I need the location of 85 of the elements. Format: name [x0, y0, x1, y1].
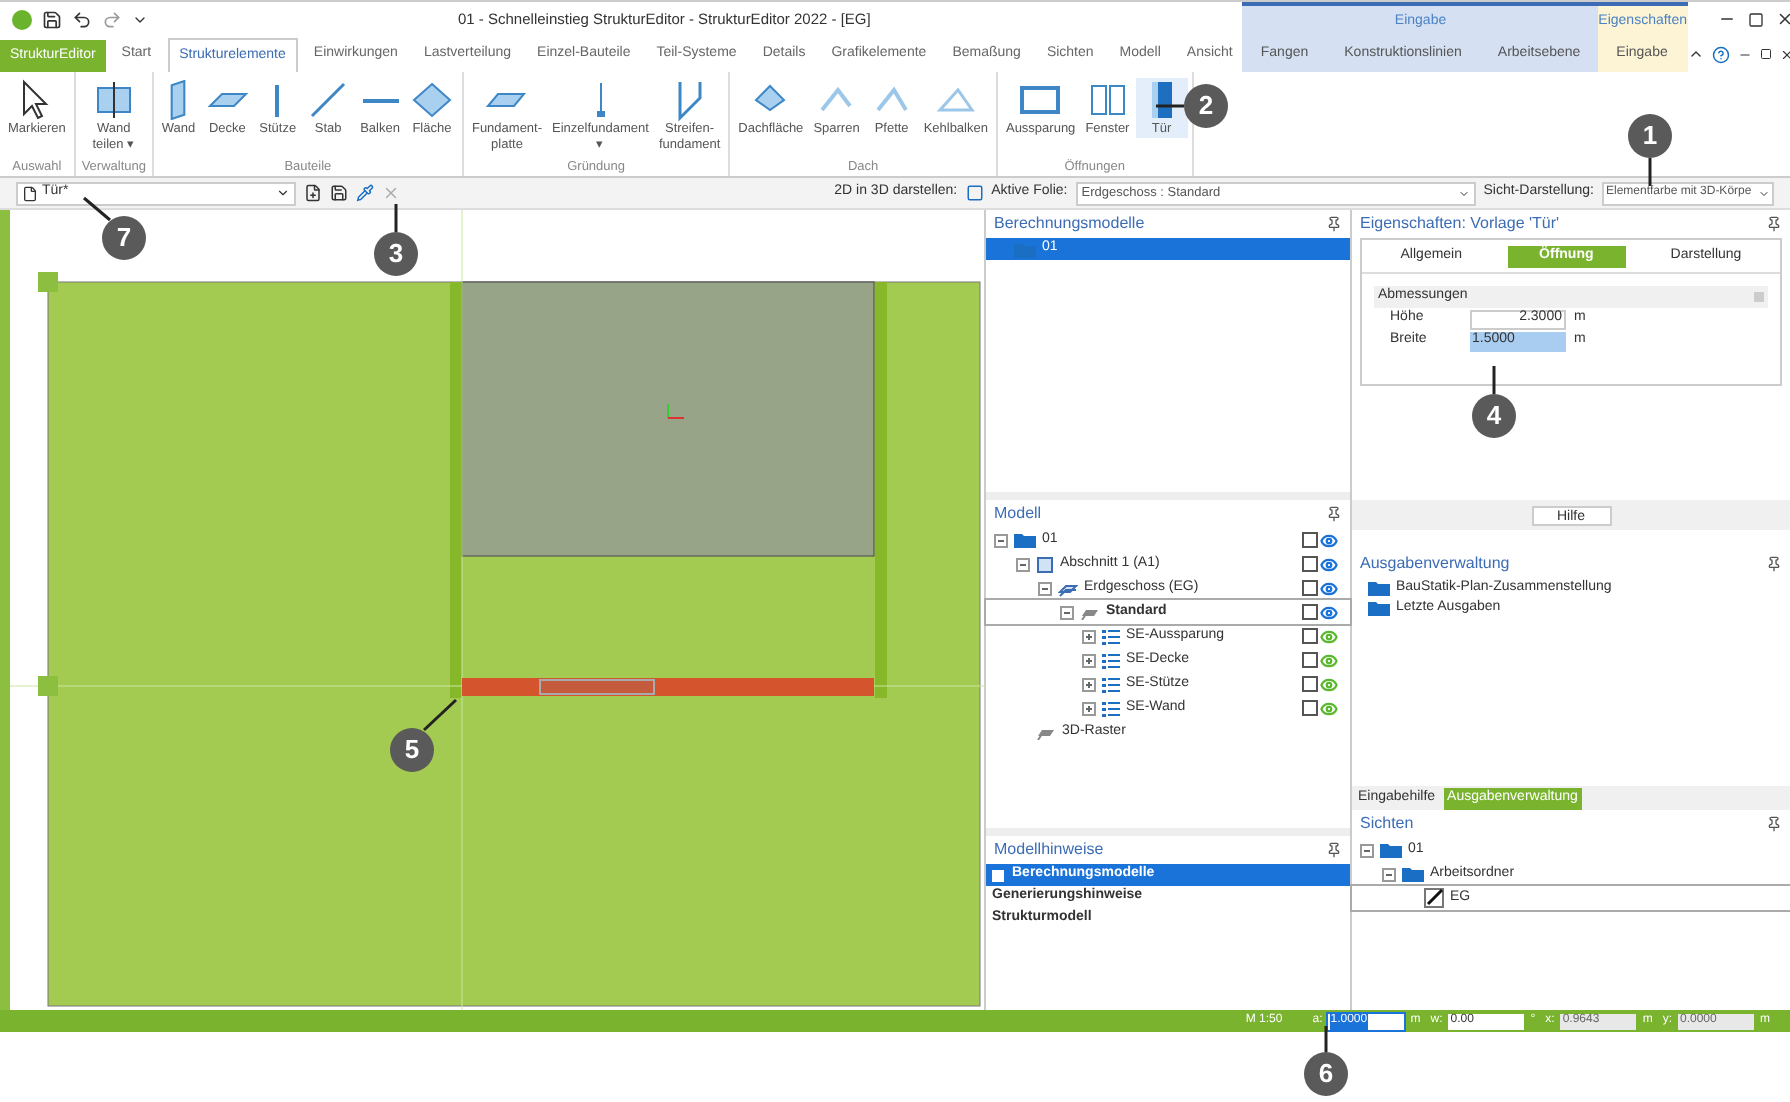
leader-line [394, 202, 398, 234]
surface-icon [409, 78, 454, 122]
panel-title: Berechnungsmodelle [994, 212, 1145, 236]
document-icon [22, 185, 38, 201]
expand-icon[interactable] [1082, 677, 1096, 691]
folder-icon [1380, 842, 1402, 858]
folder-icon [1402, 866, 1424, 882]
expand-icon[interactable] [992, 869, 1004, 881]
panel-title: Modell [994, 502, 1042, 526]
checkbox[interactable] [1302, 700, 1318, 716]
eye-icon[interactable] [1320, 579, 1338, 597]
leader-line [1648, 156, 1652, 188]
layer-icon [1080, 604, 1100, 620]
wall-split-icon [91, 78, 136, 122]
beam-icon [361, 97, 400, 103]
list-icon [1102, 699, 1120, 717]
eye-icon[interactable] [1320, 603, 1338, 621]
column-icon [274, 83, 281, 117]
pin-icon[interactable] [1766, 216, 1782, 232]
chevron-icon [276, 186, 290, 200]
folder-icon [1368, 600, 1390, 616]
axis-cross-icon [667, 403, 685, 419]
chevron-icon [1457, 187, 1470, 199]
callout-marker: 6 [1304, 1052, 1348, 1096]
leader-line [1154, 104, 1186, 108]
list-icon [1102, 627, 1120, 645]
layer-icon [1036, 724, 1056, 740]
leader-line [422, 698, 458, 732]
help-icon[interactable] [1711, 45, 1730, 64]
checkbox[interactable] [1302, 652, 1318, 668]
pin-icon[interactable] [1326, 506, 1342, 522]
eye-icon[interactable] [1320, 555, 1338, 573]
collapse-icon[interactable] [1060, 605, 1074, 619]
undo-icon[interactable] [72, 9, 92, 30]
list-icon [1102, 651, 1120, 669]
building-icon [1036, 555, 1054, 573]
leader-line [1324, 1024, 1328, 1054]
save-template-icon[interactable] [330, 184, 348, 202]
checkbox[interactable] [1302, 532, 1318, 548]
collapse-icon[interactable] [1038, 581, 1052, 595]
collapse-icon[interactable] [1382, 867, 1396, 881]
app-logo-icon [12, 9, 32, 30]
folder-icon [1014, 241, 1036, 257]
expand-icon[interactable] [1082, 701, 1096, 715]
new-template-icon[interactable] [304, 184, 322, 202]
collapse-icon[interactable] [994, 533, 1008, 547]
save-icon[interactable] [42, 9, 62, 30]
close-icon[interactable] [1779, 47, 1790, 62]
maximize-icon[interactable] [1747, 11, 1764, 28]
leader-line [82, 196, 112, 222]
list-icon [1102, 675, 1120, 693]
folder-icon [1014, 532, 1036, 548]
restore-icon[interactable] [1759, 48, 1772, 61]
pin-icon[interactable] [1326, 216, 1342, 232]
node-marker[interactable] [38, 676, 58, 696]
checkbox[interactable] [1302, 628, 1318, 644]
pin-icon[interactable] [1766, 816, 1782, 832]
chevron-icon [1758, 187, 1770, 199]
wall-icon [170, 80, 187, 120]
pin-icon[interactable] [1766, 556, 1782, 572]
floor-icon [1058, 579, 1078, 597]
bar-icon [306, 78, 351, 122]
checkbox[interactable] [1302, 580, 1318, 596]
folder-icon [1368, 580, 1390, 596]
close-icon[interactable] [1775, 10, 1790, 29]
pin-icon[interactable] [1326, 842, 1342, 858]
collapse-icon[interactable] [1016, 557, 1030, 571]
checkbox[interactable] [1302, 556, 1318, 572]
leader-line [1492, 364, 1496, 396]
panel-title: Ausgabenverwaltung [1360, 552, 1510, 576]
expand-icon[interactable] [1082, 629, 1096, 643]
eye-icon[interactable] [1320, 531, 1338, 549]
checkbox[interactable] [1302, 604, 1318, 620]
footing-icon [595, 82, 606, 118]
pen-icon [1424, 888, 1444, 908]
panel-title: Eigenschaften: Vorlage 'Tür' [1360, 212, 1560, 236]
redo-icon[interactable] [102, 9, 122, 30]
node-marker[interactable] [38, 272, 58, 292]
view-3d-icon[interactable] [965, 184, 984, 202]
pipette-icon[interactable] [356, 184, 374, 202]
panel-title: Modellhinweise [994, 838, 1104, 862]
expand-icon[interactable] [1082, 653, 1096, 667]
checkbox[interactable] [1302, 676, 1318, 692]
panel-title: Sichten [1360, 812, 1414, 836]
collapse-icon[interactable] [1360, 843, 1374, 857]
